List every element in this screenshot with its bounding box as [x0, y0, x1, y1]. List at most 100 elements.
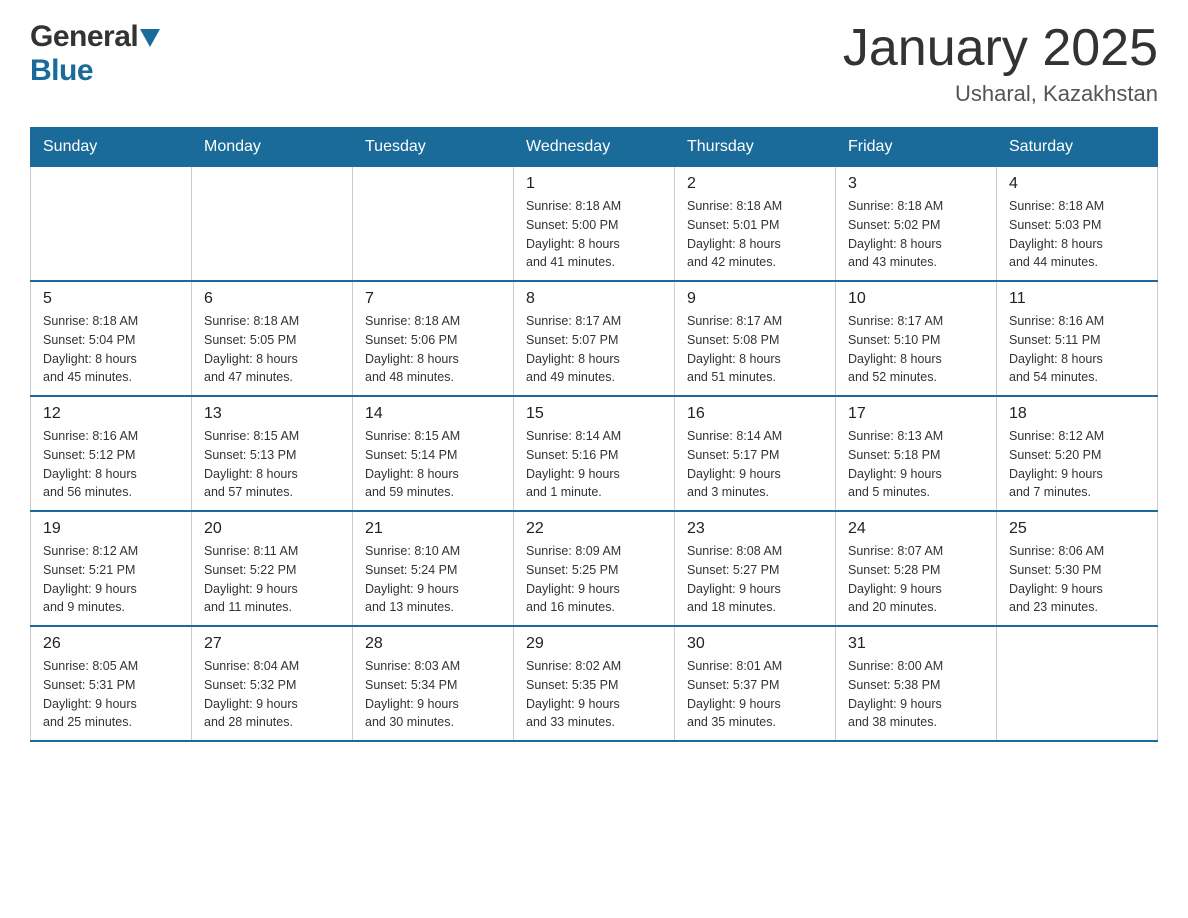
- calendar-day-5: 5 Sunrise: 8:18 AM Sunset: 5:04 PM Daylig…: [31, 281, 192, 396]
- day-number: 4: [1009, 175, 1145, 193]
- day-number: 15: [526, 405, 662, 423]
- day-number: 9: [687, 290, 823, 308]
- calendar-day-24: 24 Sunrise: 8:07 AM Sunset: 5:28 PM Dayli…: [836, 511, 997, 626]
- day-number: 14: [365, 405, 501, 423]
- day-number: 21: [365, 520, 501, 538]
- day-info: Sunrise: 8:15 AM Sunset: 5:13 PM Dayligh…: [204, 427, 340, 502]
- day-info: Sunrise: 8:01 AM Sunset: 5:37 PM Dayligh…: [687, 657, 823, 732]
- calendar-empty-cell: [353, 167, 514, 282]
- day-number: 29: [526, 635, 662, 653]
- day-info: Sunrise: 8:07 AM Sunset: 5:28 PM Dayligh…: [848, 542, 984, 617]
- day-number: 5: [43, 290, 179, 308]
- calendar-week-row: 12Sunrise: 8:16 AM Sunset: 5:12 PM Dayli…: [31, 396, 1158, 511]
- day-number: 24: [848, 520, 984, 538]
- calendar-empty-cell: [31, 167, 192, 282]
- calendar-day-7: 7 Sunrise: 8:18 AM Sunset: 5:06 PM Daylig…: [353, 281, 514, 396]
- calendar-day-1: 1 Sunrise: 8:18 AM Sunset: 5:00 PM Daylig…: [514, 167, 675, 282]
- title-section: January 2025 Usharal, Kazakhstan: [843, 20, 1158, 107]
- day-info: Sunrise: 8:05 AM Sunset: 5:31 PM Dayligh…: [43, 657, 179, 732]
- calendar-day-13: 13Sunrise: 8:15 AM Sunset: 5:13 PM Dayli…: [192, 396, 353, 511]
- calendar-header-monday: Monday: [192, 128, 353, 167]
- day-number: 2: [687, 175, 823, 193]
- day-number: 25: [1009, 520, 1145, 538]
- calendar-header-row: SundayMondayTuesdayWednesdayThursdayFrid…: [31, 128, 1158, 167]
- logo-triangle-icon: [140, 29, 160, 47]
- logo: General Blue: [30, 20, 160, 88]
- day-info: Sunrise: 8:14 AM Sunset: 5:16 PM Dayligh…: [526, 427, 662, 502]
- day-info: Sunrise: 8:18 AM Sunset: 5:06 PM Dayligh…: [365, 312, 501, 387]
- calendar-header-sunday: Sunday: [31, 128, 192, 167]
- day-number: 31: [848, 635, 984, 653]
- calendar-day-18: 18Sunrise: 8:12 AM Sunset: 5:20 PM Dayli…: [997, 396, 1158, 511]
- day-info: Sunrise: 8:10 AM Sunset: 5:24 PM Dayligh…: [365, 542, 501, 617]
- calendar-day-9: 9 Sunrise: 8:17 AM Sunset: 5:08 PM Daylig…: [675, 281, 836, 396]
- day-number: 18: [1009, 405, 1145, 423]
- day-info: Sunrise: 8:02 AM Sunset: 5:35 PM Dayligh…: [526, 657, 662, 732]
- calendar-day-22: 22Sunrise: 8:09 AM Sunset: 5:25 PM Dayli…: [514, 511, 675, 626]
- page-header: General Blue January 2025 Usharal, Kazak…: [30, 20, 1158, 107]
- day-info: Sunrise: 8:18 AM Sunset: 5:02 PM Dayligh…: [848, 197, 984, 272]
- calendar-day-12: 12Sunrise: 8:16 AM Sunset: 5:12 PM Dayli…: [31, 396, 192, 511]
- calendar-day-25: 25 Sunrise: 8:06 AM Sunset: 5:30 PM Dayli…: [997, 511, 1158, 626]
- calendar-day-4: 4 Sunrise: 8:18 AM Sunset: 5:03 PM Daylig…: [997, 167, 1158, 282]
- calendar-empty-cell: [997, 626, 1158, 741]
- day-info: Sunrise: 8:17 AM Sunset: 5:08 PM Dayligh…: [687, 312, 823, 387]
- calendar-empty-cell: [192, 167, 353, 282]
- calendar-day-27: 27 Sunrise: 8:04 AM Sunset: 5:32 PM Dayli…: [192, 626, 353, 741]
- day-info: Sunrise: 8:18 AM Sunset: 5:04 PM Dayligh…: [43, 312, 179, 387]
- calendar-day-6: 6 Sunrise: 8:18 AM Sunset: 5:05 PM Daylig…: [192, 281, 353, 396]
- day-info: Sunrise: 8:04 AM Sunset: 5:32 PM Dayligh…: [204, 657, 340, 732]
- calendar-day-20: 20Sunrise: 8:11 AM Sunset: 5:22 PM Dayli…: [192, 511, 353, 626]
- calendar-header-friday: Friday: [836, 128, 997, 167]
- calendar-day-15: 15 Sunrise: 8:14 AM Sunset: 5:16 PM Dayli…: [514, 396, 675, 511]
- location: Usharal, Kazakhstan: [843, 81, 1158, 107]
- day-number: 6: [204, 290, 340, 308]
- day-number: 17: [848, 405, 984, 423]
- day-number: 3: [848, 175, 984, 193]
- day-info: Sunrise: 8:16 AM Sunset: 5:11 PM Dayligh…: [1009, 312, 1145, 387]
- calendar-day-14: 14 Sunrise: 8:15 AM Sunset: 5:14 PM Dayli…: [353, 396, 514, 511]
- calendar-header-wednesday: Wednesday: [514, 128, 675, 167]
- calendar-day-11: 11 Sunrise: 8:16 AM Sunset: 5:11 PM Dayli…: [997, 281, 1158, 396]
- logo-blue-text: Blue: [30, 54, 93, 87]
- day-info: Sunrise: 8:12 AM Sunset: 5:21 PM Dayligh…: [43, 542, 179, 617]
- month-title: January 2025: [843, 20, 1158, 77]
- calendar-week-row: 19 Sunrise: 8:12 AM Sunset: 5:21 PM Dayli…: [31, 511, 1158, 626]
- day-info: Sunrise: 8:18 AM Sunset: 5:00 PM Dayligh…: [526, 197, 662, 272]
- day-number: 8: [526, 290, 662, 308]
- logo-general-text: General: [30, 20, 138, 54]
- day-info: Sunrise: 8:09 AM Sunset: 5:25 PM Dayligh…: [526, 542, 662, 617]
- calendar-day-2: 2 Sunrise: 8:18 AM Sunset: 5:01 PM Daylig…: [675, 167, 836, 282]
- day-info: Sunrise: 8:18 AM Sunset: 5:01 PM Dayligh…: [687, 197, 823, 272]
- calendar-day-17: 17 Sunrise: 8:13 AM Sunset: 5:18 PM Dayli…: [836, 396, 997, 511]
- calendar-header-tuesday: Tuesday: [353, 128, 514, 167]
- day-info: Sunrise: 8:18 AM Sunset: 5:05 PM Dayligh…: [204, 312, 340, 387]
- day-number: 11: [1009, 290, 1145, 308]
- calendar-day-21: 21 Sunrise: 8:10 AM Sunset: 5:24 PM Dayli…: [353, 511, 514, 626]
- calendar-day-19: 19 Sunrise: 8:12 AM Sunset: 5:21 PM Dayli…: [31, 511, 192, 626]
- calendar-header-thursday: Thursday: [675, 128, 836, 167]
- day-info: Sunrise: 8:13 AM Sunset: 5:18 PM Dayligh…: [848, 427, 984, 502]
- day-number: 1: [526, 175, 662, 193]
- day-info: Sunrise: 8:17 AM Sunset: 5:10 PM Dayligh…: [848, 312, 984, 387]
- day-number: 20: [204, 520, 340, 538]
- calendar-day-8: 8Sunrise: 8:17 AM Sunset: 5:07 PM Daylig…: [514, 281, 675, 396]
- calendar-day-23: 23Sunrise: 8:08 AM Sunset: 5:27 PM Dayli…: [675, 511, 836, 626]
- calendar-day-3: 3 Sunrise: 8:18 AM Sunset: 5:02 PM Daylig…: [836, 167, 997, 282]
- day-info: Sunrise: 8:18 AM Sunset: 5:03 PM Dayligh…: [1009, 197, 1145, 272]
- day-number: 27: [204, 635, 340, 653]
- day-info: Sunrise: 8:15 AM Sunset: 5:14 PM Dayligh…: [365, 427, 501, 502]
- day-number: 19: [43, 520, 179, 538]
- calendar-table: SundayMondayTuesdayWednesdayThursdayFrid…: [30, 127, 1158, 742]
- calendar-day-26: 26Sunrise: 8:05 AM Sunset: 5:31 PM Dayli…: [31, 626, 192, 741]
- day-number: 7: [365, 290, 501, 308]
- calendar-week-row: 1 Sunrise: 8:18 AM Sunset: 5:00 PM Daylig…: [31, 167, 1158, 282]
- calendar-day-30: 30Sunrise: 8:01 AM Sunset: 5:37 PM Dayli…: [675, 626, 836, 741]
- calendar-week-row: 26Sunrise: 8:05 AM Sunset: 5:31 PM Dayli…: [31, 626, 1158, 741]
- calendar-header-saturday: Saturday: [997, 128, 1158, 167]
- day-info: Sunrise: 8:06 AM Sunset: 5:30 PM Dayligh…: [1009, 542, 1145, 617]
- calendar-day-31: 31Sunrise: 8:00 AM Sunset: 5:38 PM Dayli…: [836, 626, 997, 741]
- calendar-day-16: 16Sunrise: 8:14 AM Sunset: 5:17 PM Dayli…: [675, 396, 836, 511]
- day-info: Sunrise: 8:14 AM Sunset: 5:17 PM Dayligh…: [687, 427, 823, 502]
- day-number: 12: [43, 405, 179, 423]
